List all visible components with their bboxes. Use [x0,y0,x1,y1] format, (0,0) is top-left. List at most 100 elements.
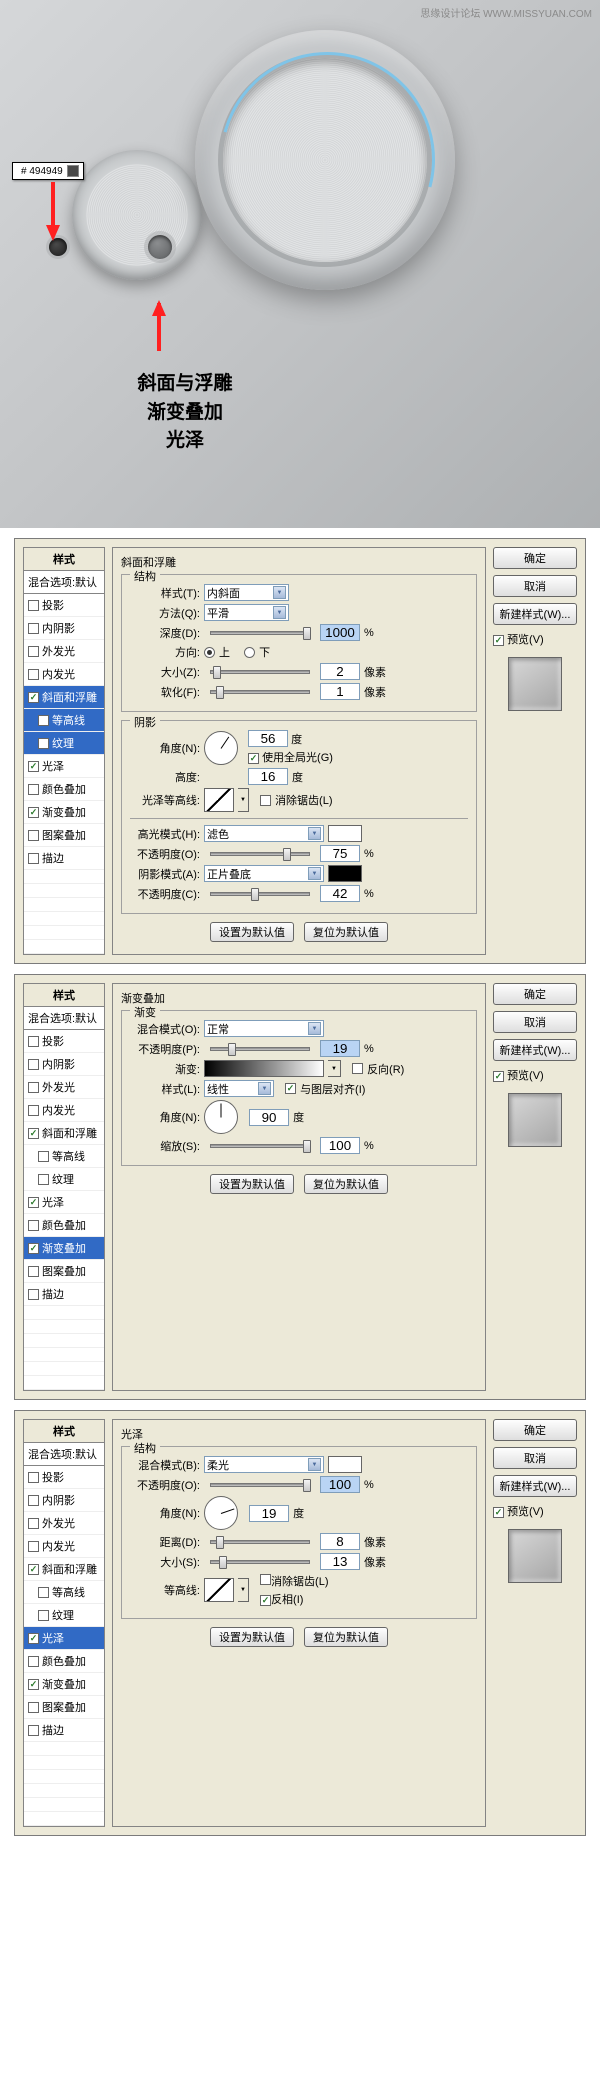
size-slider[interactable] [210,1560,310,1564]
style-stroke[interactable]: 描边 [24,847,104,870]
style-gradient-overlay[interactable]: 渐变叠加 [24,1673,104,1696]
angle-input[interactable] [249,1505,289,1522]
ok-button[interactable]: 确定 [493,983,577,1005]
style-gradient-overlay[interactable]: 渐变叠加 [24,801,104,824]
style-inner-shadow[interactable]: 内阴影 [24,1053,104,1076]
style-drop-shadow[interactable]: 投影 [24,594,104,617]
chevron-down-icon[interactable]: ▼ [328,1060,341,1077]
chevron-down-icon[interactable]: ▼ [238,788,249,812]
cancel-button[interactable]: 取消 [493,1011,577,1033]
opacity2-input[interactable] [320,885,360,902]
cancel-button[interactable]: 取消 [493,575,577,597]
antialias-check[interactable] [260,1574,271,1585]
opacity-input[interactable] [320,1476,360,1493]
cancel-button[interactable]: 取消 [493,1447,577,1469]
blend-select[interactable]: 柔光▼ [204,1456,324,1473]
set-default-button[interactable]: 设置为默认值 [210,1174,294,1194]
style-bevel[interactable]: 斜面和浮雕 [24,1122,104,1145]
style-inner-glow[interactable]: 内发光 [24,663,104,686]
ok-button[interactable]: 确定 [493,1419,577,1441]
shadow-color[interactable] [328,865,362,882]
style-pattern-overlay[interactable]: 图案叠加 [24,1696,104,1719]
global-light-check[interactable] [248,753,259,764]
preview-check[interactable] [493,1071,504,1082]
style-color-overlay[interactable]: 颜色叠加 [24,1650,104,1673]
angle-dial[interactable] [204,1100,238,1134]
invert-check[interactable] [260,1595,271,1606]
set-default-button[interactable]: 设置为默认值 [210,922,294,942]
shadow-select[interactable]: 正片叠底▼ [204,865,324,882]
style-satin[interactable]: 光泽 [24,755,104,778]
opacity-slider[interactable] [210,1047,310,1051]
color-swatch[interactable] [328,1456,362,1473]
style-satin[interactable]: 光泽 [24,1627,104,1650]
style-color-overlay[interactable]: 颜色叠加 [24,1214,104,1237]
reverse-check[interactable] [352,1063,363,1074]
size-input[interactable] [320,663,360,680]
opacity2-slider[interactable] [210,892,310,896]
angle-dial[interactable] [204,731,238,765]
style-bevel[interactable]: 斜面和浮雕 [24,686,104,709]
dir-down-radio[interactable] [244,647,255,658]
style-texture[interactable]: 纹理 [24,732,104,755]
blend-options[interactable]: 混合选项:默认 [24,1007,104,1030]
distance-input[interactable] [320,1533,360,1550]
style-stroke[interactable]: 描边 [24,1719,104,1742]
style-texture[interactable]: 纹理 [24,1604,104,1627]
distance-slider[interactable] [210,1540,310,1544]
ok-button[interactable]: 确定 [493,547,577,569]
style-stroke[interactable]: 描边 [24,1283,104,1306]
chevron-down-icon[interactable]: ▼ [238,1578,249,1602]
opacity-slider[interactable] [210,852,310,856]
reset-default-button[interactable]: 复位为默认值 [304,1174,388,1194]
grad-style-select[interactable]: 线性▼ [204,1080,274,1097]
style-outer-glow[interactable]: 外发光 [24,1076,104,1099]
new-style-button[interactable]: 新建样式(W)... [493,1039,577,1061]
style-inner-shadow[interactable]: 内阴影 [24,1489,104,1512]
scale-input[interactable] [320,1137,360,1154]
highlight-select[interactable]: 滤色▼ [204,825,324,842]
style-inner-glow[interactable]: 内发光 [24,1535,104,1558]
preview-check[interactable] [493,635,504,646]
angle-dial[interactable] [204,1496,238,1530]
highlight-color[interactable] [328,825,362,842]
scale-slider[interactable] [210,1144,310,1148]
align-layer-check[interactable] [285,1083,296,1094]
style-satin[interactable]: 光泽 [24,1191,104,1214]
reset-default-button[interactable]: 复位为默认值 [304,1627,388,1647]
angle-input[interactable] [249,1109,289,1126]
contour-swatch[interactable] [204,1578,234,1602]
style-contour[interactable]: 等高线 [24,709,104,732]
opacity-input[interactable] [320,845,360,862]
style-inner-shadow[interactable]: 内阴影 [24,617,104,640]
style-pattern-overlay[interactable]: 图案叠加 [24,1260,104,1283]
size-input[interactable] [320,1553,360,1570]
new-style-button[interactable]: 新建样式(W)... [493,1475,577,1497]
depth-input[interactable] [320,624,360,641]
style-contour[interactable]: 等高线 [24,1145,104,1168]
contour-swatch[interactable] [204,788,234,812]
reset-default-button[interactable]: 复位为默认值 [304,922,388,942]
size-slider[interactable] [210,670,310,674]
style-outer-glow[interactable]: 外发光 [24,1512,104,1535]
antialias-check[interactable] [260,795,271,806]
style-drop-shadow[interactable]: 投影 [24,1466,104,1489]
soft-slider[interactable] [210,690,310,694]
new-style-button[interactable]: 新建样式(W)... [493,603,577,625]
style-contour[interactable]: 等高线 [24,1581,104,1604]
method-select[interactable]: 平滑▼ [204,604,289,621]
set-default-button[interactable]: 设置为默认值 [210,1627,294,1647]
opacity-slider[interactable] [210,1483,310,1487]
dir-up-radio[interactable] [204,647,215,658]
blend-select[interactable]: 正常▼ [204,1020,324,1037]
style-outer-glow[interactable]: 外发光 [24,640,104,663]
blend-options[interactable]: 混合选项:默认 [24,571,104,594]
style-select[interactable]: 内斜面▼ [204,584,289,601]
altitude-input[interactable] [248,768,288,785]
style-gradient-overlay[interactable]: 渐变叠加 [24,1237,104,1260]
gradient-swatch[interactable] [204,1060,324,1077]
style-pattern-overlay[interactable]: 图案叠加 [24,824,104,847]
style-drop-shadow[interactable]: 投影 [24,1030,104,1053]
blend-options[interactable]: 混合选项:默认 [24,1443,104,1466]
depth-slider[interactable] [210,631,310,635]
